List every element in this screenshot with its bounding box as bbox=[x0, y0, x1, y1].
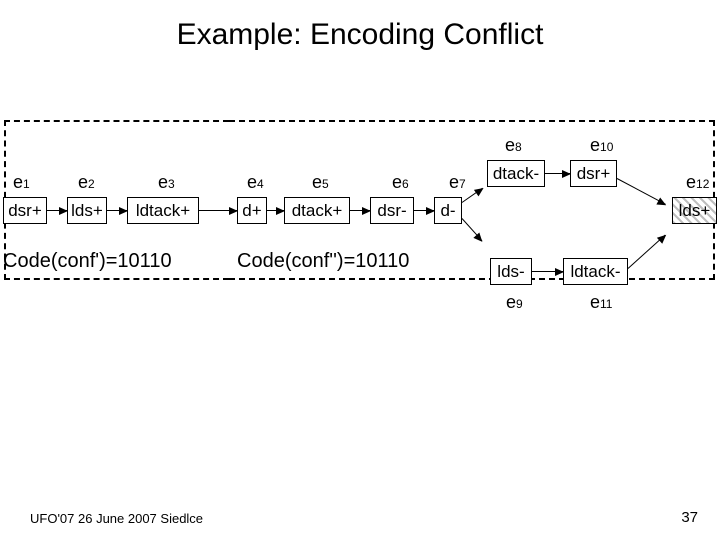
arrow-n1-n2 bbox=[47, 210, 67, 211]
arrow-n11-n12 bbox=[628, 235, 666, 269]
arrow-n10-n12 bbox=[617, 178, 666, 205]
arrow-n3-n4 bbox=[199, 210, 237, 211]
node-ldtack-plus: ldtack+ bbox=[127, 197, 199, 224]
node-lds-plus-2: lds+ bbox=[672, 197, 717, 224]
arrow-n4-n5 bbox=[267, 210, 284, 211]
node-d-minus: d- bbox=[434, 197, 462, 224]
event-label-e7: e7 bbox=[449, 172, 466, 193]
code-right: Code(conf'')=10110 bbox=[237, 250, 409, 273]
event-label-e6: e6 bbox=[392, 172, 409, 193]
node-lds-plus-1: lds+ bbox=[67, 197, 107, 224]
node-lds-minus: lds- bbox=[490, 258, 532, 285]
node-dsr-plus-2: dsr+ bbox=[570, 160, 617, 187]
event-label-e1: e1 bbox=[13, 172, 30, 193]
node-ldtack-minus: ldtack- bbox=[563, 258, 628, 285]
diagram: e1 e2 e3 e4 e5 e6 e7 e8 e10 e12 e9 e11 d… bbox=[0, 120, 720, 340]
event-label-e10: e10 bbox=[590, 135, 613, 156]
event-label-e11: e11 bbox=[590, 292, 612, 313]
page-title: Example: Encoding Conflict bbox=[0, 18, 720, 52]
event-label-e8: e8 bbox=[505, 135, 522, 156]
arrow-n8-n10 bbox=[545, 173, 570, 174]
node-dtack-plus: dtack+ bbox=[284, 197, 350, 224]
arrow-n9-n11 bbox=[532, 271, 563, 272]
event-label-e5: e5 bbox=[312, 172, 329, 193]
event-label-e3: e3 bbox=[158, 172, 175, 193]
node-dsr-minus: dsr- bbox=[370, 197, 414, 224]
node-dtack-minus: dtack- bbox=[487, 160, 545, 187]
code-left: Code(conf')=10110 bbox=[3, 250, 172, 273]
arrow-n2-n3 bbox=[107, 210, 127, 211]
event-label-e2: e2 bbox=[78, 172, 95, 193]
arrow-n6-n7 bbox=[414, 210, 434, 211]
arrow-n7-n9 bbox=[462, 218, 483, 241]
page-number: 37 bbox=[681, 509, 698, 526]
event-label-e9: e9 bbox=[506, 292, 523, 313]
node-d-plus: d+ bbox=[237, 197, 267, 224]
event-label-e12: e12 bbox=[686, 172, 709, 193]
event-label-e4: e4 bbox=[247, 172, 264, 193]
footer-text: UFO'07 26 June 2007 Siedlce bbox=[30, 511, 203, 526]
node-dsr-plus-1: dsr+ bbox=[3, 197, 47, 224]
arrow-n5-n6 bbox=[350, 210, 370, 211]
